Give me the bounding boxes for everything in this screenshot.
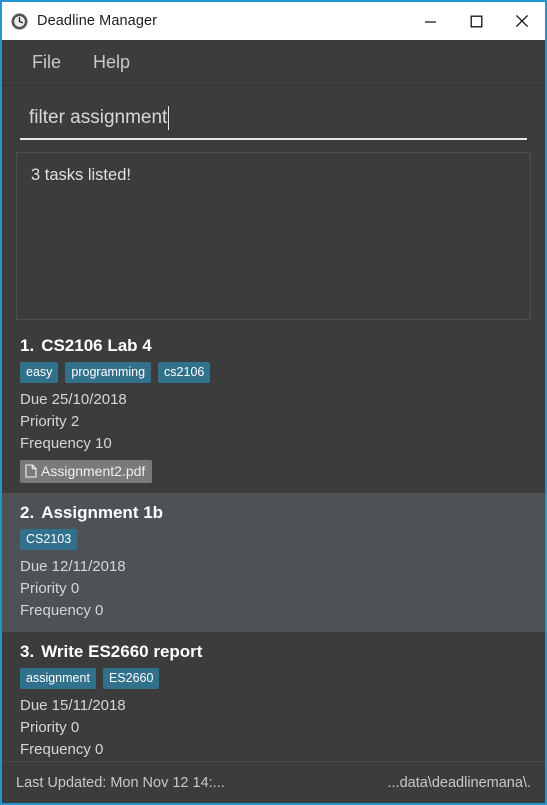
task-title-row: 1. CS2106 Lab 4 [20,336,529,356]
task-due: Due 25/10/2018 [20,391,127,408]
tag-chip[interactable]: ES2660 [102,668,160,689]
app-window: Deadline Manager File Help filter assign… [0,0,547,805]
task-name: Assignment 1b [41,503,164,522]
last-updated-status: Last Updated: Mon Nov 12 14:... [16,774,225,791]
minimize-button[interactable] [407,2,453,40]
task-attachments: Assignment2.pdf [20,460,529,483]
save-location-status: ...data\deadlinemana\. [387,774,532,791]
task-tags: CS2103 [20,529,529,550]
task-frequency: Frequency 0 [20,602,104,619]
task-tags: easy programming cs2106 [20,362,529,383]
task-list[interactable]: 1. CS2106 Lab 4 easy programming cs2106 D… [2,326,545,761]
tag-chip[interactable]: assignment [20,668,96,689]
tag-chip[interactable]: easy [20,362,59,383]
task-index: 1. [20,336,35,355]
task-frequency: Frequency 10 [20,435,112,452]
task-priority: Priority 2 [20,413,80,430]
task-card-2[interactable]: 2. Assignment 1b CS2103 Due 12/11/2018 Pr… [2,493,545,632]
result-display-box: 3 tasks listed! [16,152,531,320]
filter-area: filter assignment [2,86,545,140]
task-priority: Priority 0 [20,719,80,736]
result-message: 3 tasks listed! [31,166,131,184]
task-card-1[interactable]: 1. CS2106 Lab 4 easy programming cs2106 D… [2,326,545,493]
close-button[interactable] [499,2,545,40]
menu-item-file[interactable]: File [20,48,73,77]
file-icon [25,464,37,478]
tag-chip[interactable]: CS2103 [20,529,78,550]
menu-bar: File Help [2,40,545,86]
task-card-3[interactable]: 3. Write ES2660 report assignment ES2660 … [2,632,545,761]
window-title: Deadline Manager [37,13,158,29]
tag-chip[interactable]: cs2106 [158,362,211,383]
task-due: Due 12/11/2018 [20,558,126,575]
status-bar: Last Updated: Mon Nov 12 14:... ...data\… [2,761,545,803]
task-due: Due 15/11/2018 [20,697,126,714]
task-name: CS2106 Lab 4 [41,336,152,355]
task-title-row: 2. Assignment 1b [20,503,529,523]
title-bar-left: Deadline Manager [2,12,158,30]
maximize-button[interactable] [453,2,499,40]
attachment-name: Assignment2.pdf [41,463,146,479]
task-index: 3. [20,642,35,661]
task-frequency: Frequency 0 [20,741,104,758]
menu-item-help[interactable]: Help [81,48,142,77]
task-index: 2. [20,503,35,522]
command-input-value: filter assignment [29,107,168,128]
task-priority: Priority 0 [20,580,80,597]
task-name: Write ES2660 report [41,642,203,661]
text-caret [168,106,170,130]
task-title-row: 3. Write ES2660 report [20,642,529,662]
window-controls [407,2,545,40]
title-bar: Deadline Manager [2,2,545,40]
tag-chip[interactable]: programming [65,362,152,383]
clock-icon [11,12,28,30]
result-area: 3 tasks listed! [2,140,545,326]
attachment-chip[interactable]: Assignment2.pdf [20,460,153,483]
task-tags: assignment ES2660 [20,668,529,689]
command-input[interactable]: filter assignment [20,104,527,140]
